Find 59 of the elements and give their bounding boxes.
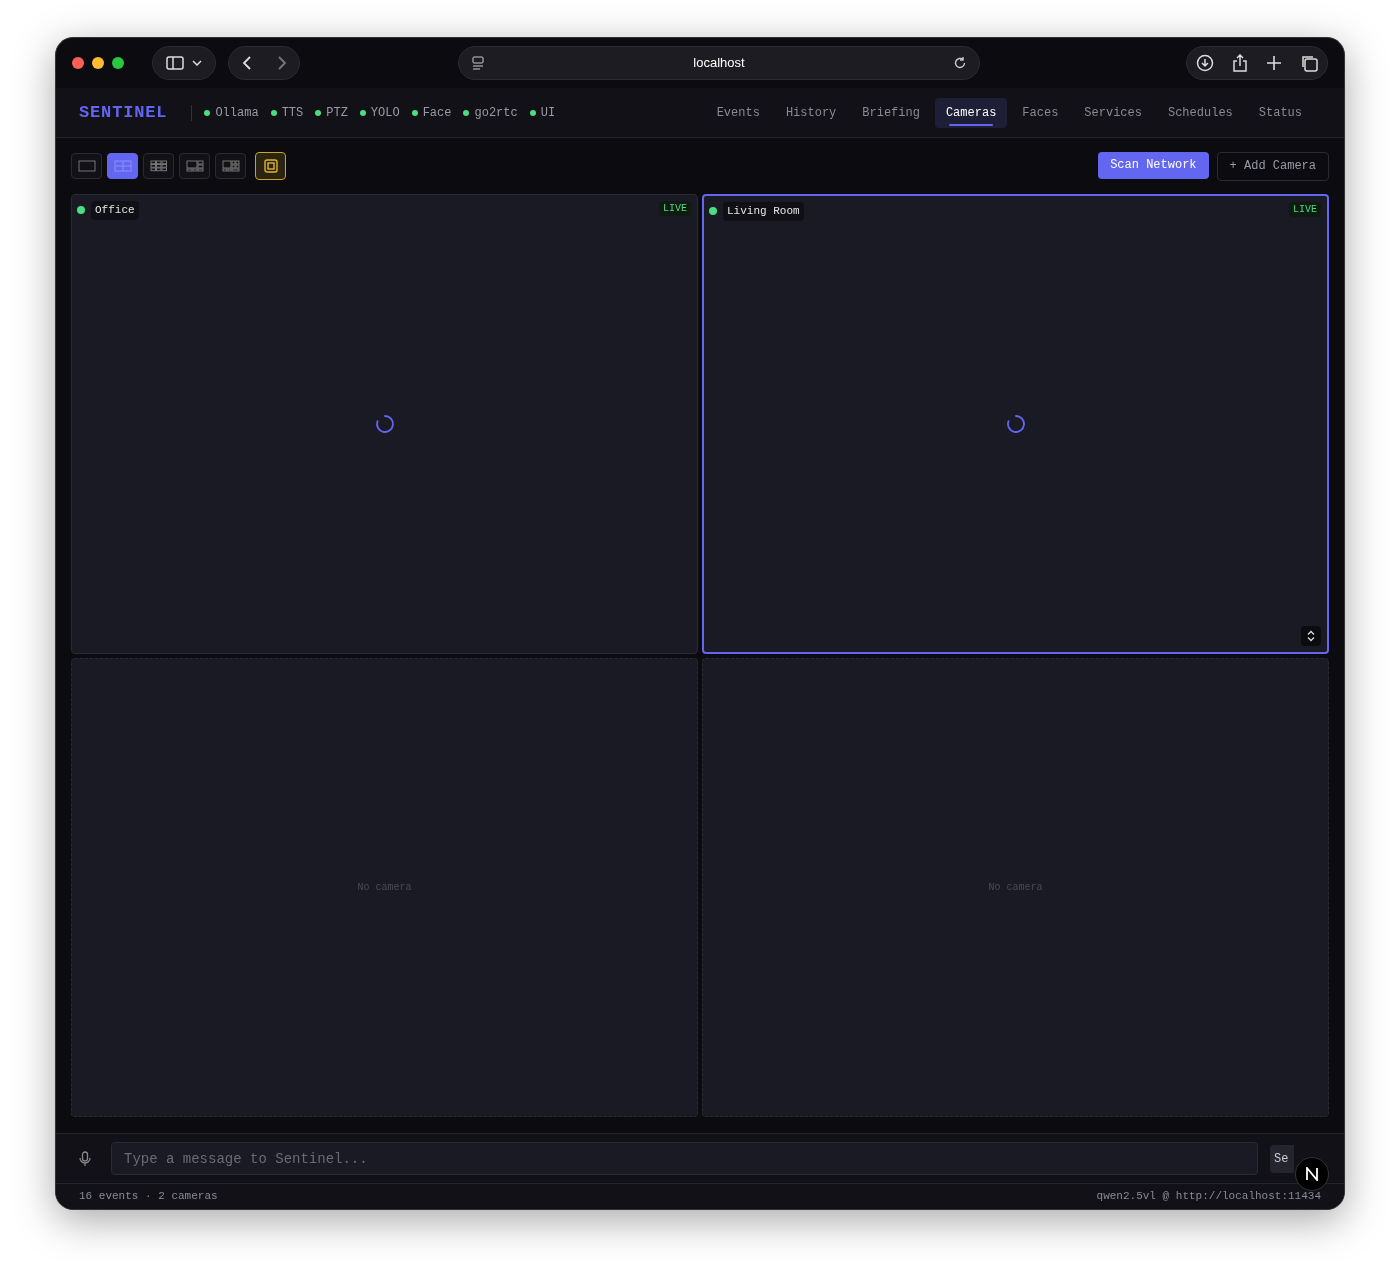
layout-button[interactable] [215,153,246,179]
status-summary: 16 events · 2 cameras [79,1189,218,1205]
forward-icon[interactable] [276,56,287,70]
service-label: Ollama [215,104,259,122]
camera-name: Office [91,201,139,220]
chevron-down-icon [192,60,202,66]
layout-icon [184,158,205,174]
address-bar[interactable]: localhost [458,46,980,80]
page-icon [471,56,485,70]
microphone-icon[interactable] [79,1150,91,1167]
layout-button[interactable] [143,153,174,179]
logo-badge-icon[interactable] [1295,1156,1329,1191]
sidebar-icon [166,56,184,70]
service-label: UI [540,104,556,122]
minimize-icon[interactable] [92,57,104,69]
reload-icon[interactable] [953,56,967,70]
sidebar-toggle-button[interactable] [152,46,216,80]
nav-tab[interactable]: Services [1073,97,1153,128]
live-badge: LIVE [659,201,691,216]
loading-spinner-icon [374,413,395,434]
share-icon[interactable] [1232,54,1248,72]
layout-icon [148,158,169,174]
back-icon[interactable] [241,56,252,70]
fullscreen-toggle[interactable] [255,152,286,180]
nav-tab[interactable]: Status [1247,97,1313,128]
address-text: localhost [692,54,746,73]
loading-spinner-icon [1005,413,1026,434]
service-label: go2rtc [474,104,518,122]
service-label: TTS [281,104,304,122]
camera-name: Living Room [723,202,804,221]
close-icon[interactable] [72,57,84,69]
camera-tile[interactable]: Office LIVE [71,194,698,654]
nav-tab[interactable]: Briefing [851,97,931,128]
nav-tab[interactable]: Faces [1011,97,1070,128]
service-label: Face [422,104,452,122]
tabs-icon[interactable] [1300,54,1318,72]
nav-tab[interactable]: Schedules [1156,97,1244,128]
layout-icon [112,158,133,174]
send-button[interactable]: Se [1270,1144,1294,1173]
expand-icon[interactable] [1301,625,1321,646]
model-endpoint: qwen2.5vl @ http://localhost:11434 [1096,1189,1321,1205]
add-camera-button[interactable]: + Add Camera [1216,151,1329,181]
message-input[interactable]: Type a message to Sentinel... [111,1142,1258,1175]
live-badge: LIVE [1289,202,1321,217]
brand-title: SENTINEL [79,101,168,124]
square-frame-icon [263,159,278,173]
service-label: PTZ [326,104,348,122]
camera-tile[interactable]: Living Room LIVE [702,194,1329,654]
service-label: YOLO [370,104,400,122]
layout-icon [76,158,97,174]
zoom-icon[interactable] [112,57,124,69]
layout-icon [220,158,241,174]
nav-tab[interactable]: Events [705,97,771,128]
layout-button[interactable] [179,153,210,179]
plus-icon[interactable] [1266,55,1282,71]
download-icon[interactable] [1196,54,1214,72]
scan-button[interactable]: Scan Network [1098,151,1209,179]
nav-tab[interactable]: History [774,97,848,128]
nav-tab[interactable]: Cameras [934,97,1008,128]
